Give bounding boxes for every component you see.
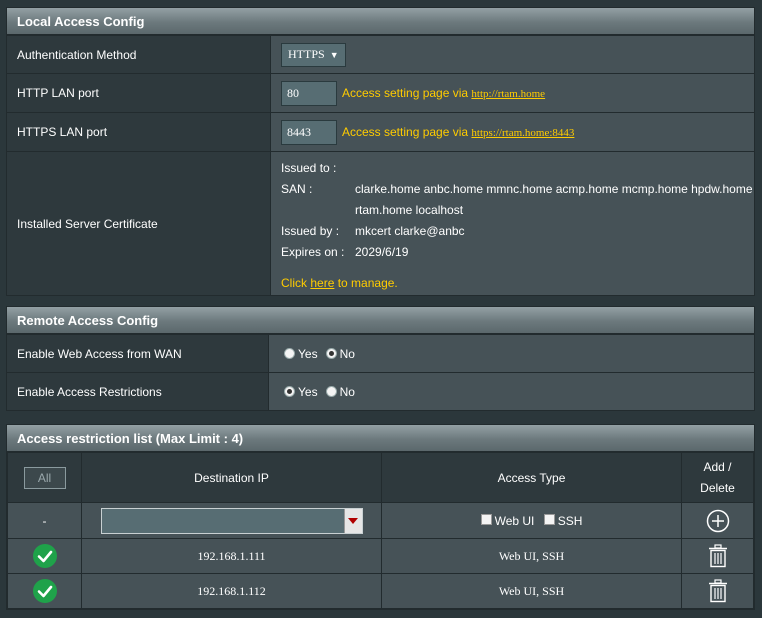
local-access-title: Local Access Config [7, 8, 754, 35]
web-access-no-label: No [339, 346, 355, 361]
https-hint: Access setting page via https://rtam.hom… [342, 125, 574, 139]
new-entry-dash: - [7, 502, 82, 539]
manage-cert-text: Click here to manage. [281, 273, 754, 294]
table-header-row: All Destination IP Access Type Add / Del… [7, 452, 754, 503]
dest-ip-input[interactable] [100, 507, 363, 534]
restrictions-no-radio[interactable] [325, 386, 337, 397]
auth-method-select[interactable]: HTTPS ▼ [281, 42, 346, 67]
issued-by-value: mkcert clarke@anbc [355, 224, 465, 238]
new-entry-ip-cell [81, 502, 382, 539]
https-link[interactable]: https://rtam.home:8443 [471, 127, 574, 139]
restrictions-yes-radio[interactable] [284, 386, 295, 397]
san-value-1: clarke.home anbc.home mmnc.home acmp.hom… [355, 182, 753, 196]
web-access-yes-radio[interactable] [284, 348, 295, 359]
access-list-title: Access restriction list (Max Limit : 4) [7, 425, 754, 452]
add-cell [681, 502, 754, 539]
ssh-checkbox-label: SSH [557, 513, 583, 528]
issued-by-key: Issued by : [281, 224, 340, 238]
expires-value: 2029/6/19 [355, 245, 409, 259]
san-value-2: rtam.home localhost [355, 203, 464, 217]
local-access-panel: Local Access Config Authentication Metho… [6, 7, 755, 296]
https-port-label: HTTPS LAN port [7, 113, 271, 151]
auth-method-value: HTTPS [288, 47, 325, 61]
row-1-ip: 192.168.1.111 [81, 538, 382, 574]
web-access-yes-label: Yes [298, 346, 318, 361]
web-ui-checkbox-label: Web UI [494, 513, 535, 528]
dest-ip-header: Destination IP [81, 452, 382, 503]
dropdown-arrow-icon[interactable] [343, 508, 362, 533]
http-port-input[interactable]: 80 [281, 80, 337, 106]
issued-to-key: Issued to : [281, 161, 337, 175]
remote-access-panel: Remote Access Config Enable Web Access f… [6, 306, 755, 411]
restrictions-no-label: No [339, 384, 355, 399]
manage-suffix: to manage. [337, 276, 398, 290]
cert-label: Installed Server Certificate [7, 152, 271, 295]
restrictions-yes-label: Yes [298, 384, 318, 399]
access-list-table: All Destination IP Access Type Add / Del… [7, 452, 754, 609]
row-2-status [7, 573, 82, 609]
check-circle-icon[interactable] [32, 578, 58, 604]
access-list-panel: Access restriction list (Max Limit : 4) … [6, 424, 755, 610]
ssh-checkbox[interactable] [543, 513, 555, 525]
http-hint-text: Access setting page via [342, 86, 469, 100]
add-delete-header: Add / Delete [681, 452, 754, 503]
table-row: 192.168.1.111 Web UI, SSH [7, 538, 754, 574]
https-hint-text: Access setting page via [342, 125, 469, 139]
row-2-ip: 192.168.1.112 [81, 573, 382, 609]
manage-here-link[interactable]: here [310, 276, 334, 290]
cert-details: Issued to : SAN : clarke.home anbc.home m… [271, 152, 754, 295]
row-2-delete-cell [681, 573, 754, 609]
trash-icon[interactable] [708, 579, 728, 603]
trash-icon[interactable] [708, 544, 728, 568]
http-port-label: HTTP LAN port [7, 74, 271, 112]
new-entry-row: - Web UI SSH [7, 502, 754, 539]
http-hint: Access setting page via http://rtam.home [342, 86, 545, 100]
row-1-delete-cell [681, 538, 754, 574]
restrictions-label: Enable Access Restrictions [7, 373, 269, 410]
san-key: SAN : [281, 182, 313, 196]
add-delete-header-2: Delete [700, 480, 735, 495]
http-link[interactable]: http://rtam.home [471, 88, 545, 100]
expires-key: Expires on : [281, 245, 345, 259]
row-2-type: Web UI, SSH [381, 573, 682, 609]
new-entry-type-cell: Web UI SSH [381, 502, 682, 539]
chevron-down-icon: ▼ [329, 49, 339, 60]
https-port-input[interactable]: 8443 [281, 119, 337, 145]
check-circle-icon[interactable] [32, 543, 58, 569]
remote-access-title: Remote Access Config [7, 307, 754, 334]
add-delete-header-1: Add / [703, 459, 732, 474]
web-access-label: Enable Web Access from WAN [7, 335, 269, 372]
web-ui-checkbox[interactable] [480, 513, 492, 525]
add-circle-icon[interactable] [706, 509, 730, 533]
all-header: All [7, 452, 82, 503]
auth-method-label: Authentication Method [7, 36, 271, 73]
manage-prefix: Click [281, 276, 307, 290]
row-1-type: Web UI, SSH [381, 538, 682, 574]
table-row: 192.168.1.112 Web UI, SSH [7, 573, 754, 609]
restrictions-radios: Yes No [269, 373, 754, 410]
web-access-radios: Yes No [269, 335, 754, 372]
web-access-no-radio[interactable] [325, 348, 337, 359]
row-1-status [7, 538, 82, 574]
all-button[interactable]: All [23, 466, 66, 489]
access-type-header: Access Type [381, 452, 682, 503]
